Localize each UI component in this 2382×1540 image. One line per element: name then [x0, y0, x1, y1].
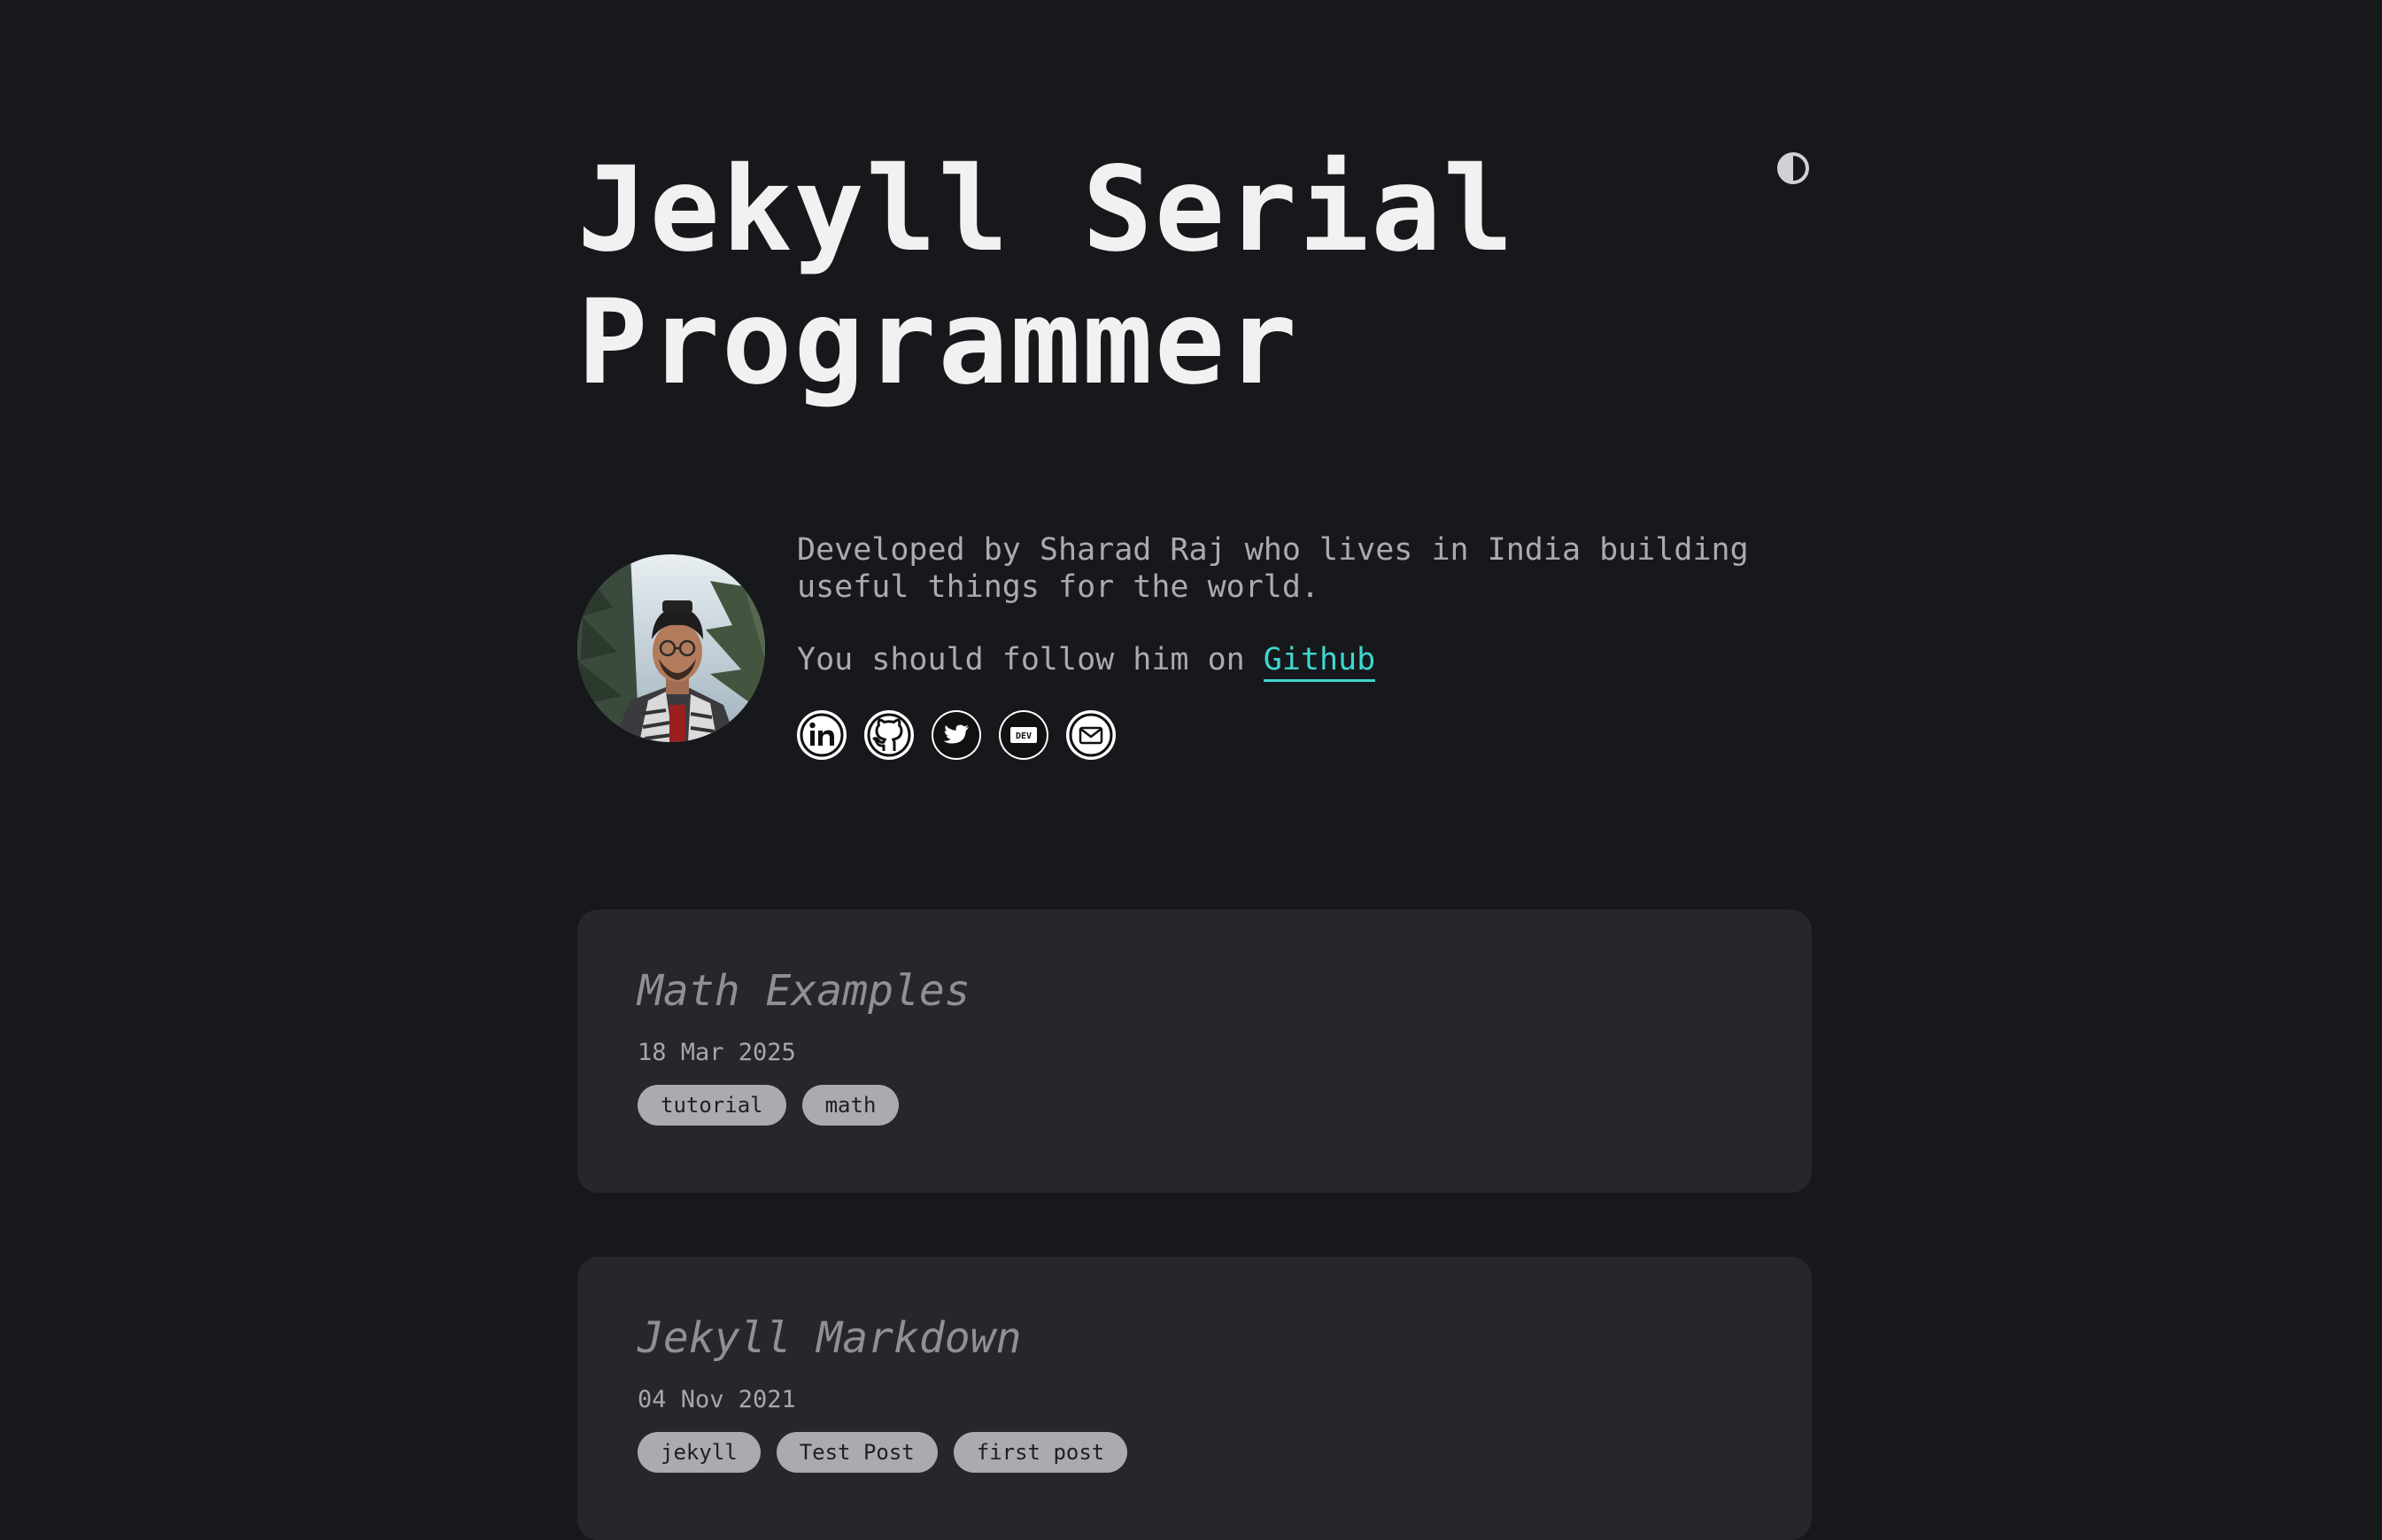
- follow-text: You should follow him on Github: [797, 641, 1789, 682]
- github-icon: [866, 712, 912, 758]
- dev-link[interactable]: DEV: [999, 710, 1048, 760]
- mail-icon: [1068, 712, 1114, 758]
- tag[interactable]: first post: [953, 1432, 1128, 1473]
- follow-label: You should follow him on: [797, 642, 1264, 677]
- social-links: DEV: [797, 710, 1116, 760]
- theme-toggle-button[interactable]: [1775, 151, 1811, 186]
- linkedin-icon: [799, 712, 845, 758]
- avatar: [577, 554, 765, 742]
- site-title: Jekyll Serial Programmer: [577, 142, 1516, 411]
- github-social-link[interactable]: [864, 710, 914, 760]
- github-link[interactable]: Github: [1263, 642, 1376, 682]
- post-date: 04 Nov 2021: [638, 1386, 796, 1413]
- email-link[interactable]: [1066, 710, 1116, 760]
- twitter-icon: [933, 712, 979, 758]
- post-tags: tutorial math: [638, 1085, 900, 1126]
- tag[interactable]: jekyll: [638, 1432, 761, 1473]
- tag[interactable]: Test Post: [776, 1432, 938, 1473]
- post-card: Math Examples 18 Mar 2025 tutorial math: [577, 909, 1812, 1193]
- post-card: Jekyll Markdown 04 Nov 2021 jekyll Test …: [577, 1257, 1812, 1540]
- bio-text: Developed by Sharad Raj who lives in Ind…: [797, 532, 1749, 605]
- dev-icon-text: DEV: [1016, 731, 1032, 741]
- post-tags: jekyll Test Post first post: [638, 1432, 1128, 1473]
- post-title-link[interactable]: Math Examples: [638, 966, 971, 1016]
- linkedin-link[interactable]: [797, 710, 847, 760]
- twitter-link[interactable]: [932, 710, 981, 760]
- half-circle-contrast-icon: [1777, 152, 1809, 184]
- avatar-photo: [577, 554, 765, 742]
- post-title-link[interactable]: Jekyll Markdown: [638, 1313, 1021, 1363]
- tag[interactable]: tutorial: [638, 1085, 786, 1126]
- post-date: 18 Mar 2025: [638, 1039, 796, 1066]
- tag[interactable]: math: [801, 1085, 900, 1126]
- dev-icon: DEV: [1001, 712, 1047, 758]
- bio: Developed by Sharad Raj who lives in Ind…: [797, 531, 1789, 682]
